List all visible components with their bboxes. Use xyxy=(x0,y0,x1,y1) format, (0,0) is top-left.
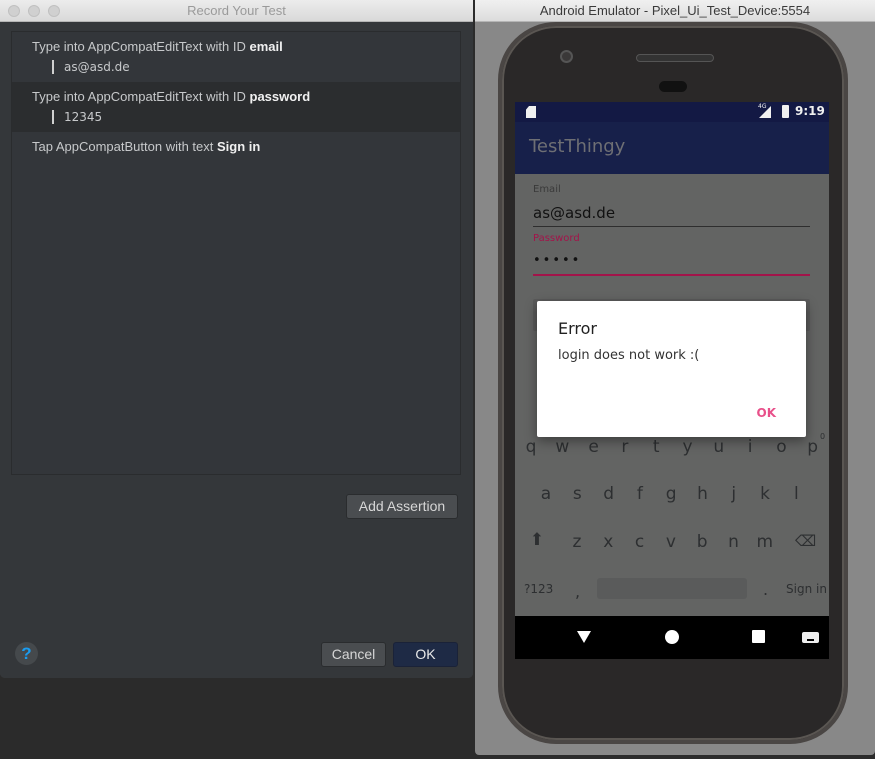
record-window-body: Type into AppCompatEditText with ID emai… xyxy=(0,22,473,678)
key-a[interactable]: a xyxy=(536,484,556,504)
step-item[interactable]: Type into AppCompatEditText with ID pass… xyxy=(12,82,460,132)
period-key[interactable]: . xyxy=(763,580,768,599)
email-underline xyxy=(533,226,810,227)
key-n[interactable]: n xyxy=(724,532,744,552)
key-r[interactable]: r xyxy=(615,437,635,457)
navigation-bar xyxy=(515,616,829,659)
step-target: email xyxy=(249,39,283,54)
key-p[interactable]: p xyxy=(803,437,823,457)
proximity-sensor xyxy=(659,81,687,92)
dialog-ok-button[interactable]: OK xyxy=(757,406,777,420)
back-icon[interactable] xyxy=(577,631,591,643)
comma-key[interactable]: , xyxy=(575,582,580,601)
key-d[interactable]: d xyxy=(599,484,619,504)
soft-keyboard: 0 qwertyuiop asdfghjkl ⬆ ⌫ zxcvbnm ?123 … xyxy=(515,432,829,616)
window-controls xyxy=(8,5,60,17)
password-field[interactable]: ••••• xyxy=(533,253,581,268)
symbols-key[interactable]: ?123 xyxy=(524,582,553,596)
key-u[interactable]: u xyxy=(709,437,729,457)
key-q[interactable]: q xyxy=(521,437,541,457)
emulator-title: Android Emulator - Pixel_Ui_Test_Device:… xyxy=(539,3,811,18)
device-screen[interactable]: 4G 9:19 TestThingy Email as@asd.de Passw… xyxy=(515,102,829,659)
home-icon[interactable] xyxy=(665,630,679,644)
front-camera-icon xyxy=(560,50,573,63)
step-value: as@asd.de xyxy=(64,60,130,74)
step-description: Type into AppCompatEditText with ID xyxy=(32,39,250,54)
key-f[interactable]: f xyxy=(630,484,650,504)
status-clock: 9:19 xyxy=(795,104,825,118)
close-window-button[interactable] xyxy=(8,5,20,17)
key-s[interactable]: s xyxy=(567,484,587,504)
emulator-window: Android Emulator - Pixel_Ui_Test_Device:… xyxy=(475,0,875,755)
key-k[interactable]: k xyxy=(755,484,775,504)
signal-icon xyxy=(759,106,771,118)
key-o[interactable]: o xyxy=(771,437,791,457)
speaker-grille xyxy=(636,54,714,62)
error-dialog: Error login does not work :( OK xyxy=(537,301,806,437)
shift-key[interactable]: ⬆ xyxy=(527,530,547,550)
key-x[interactable]: x xyxy=(598,532,618,552)
battery-icon xyxy=(782,105,789,118)
minimize-window-button[interactable] xyxy=(28,5,40,17)
sd-card-icon xyxy=(526,106,536,118)
app-title: TestThingy xyxy=(529,136,626,157)
maximize-window-button[interactable] xyxy=(48,5,60,17)
key-e[interactable]: e xyxy=(584,437,604,457)
recents-icon[interactable] xyxy=(752,630,765,643)
emulator-titlebar: Android Emulator - Pixel_Ui_Test_Device:… xyxy=(475,0,875,22)
key-b[interactable]: b xyxy=(692,532,712,552)
key-g[interactable]: g xyxy=(661,484,681,504)
key-t[interactable]: t xyxy=(646,437,666,457)
step-value: 12345 xyxy=(64,110,103,124)
status-bar: 4G 9:19 xyxy=(515,102,829,122)
key-v[interactable]: v xyxy=(661,532,681,552)
help-icon[interactable]: ? xyxy=(15,642,38,665)
key-h[interactable]: h xyxy=(693,484,713,504)
dialog-message: login does not work :( xyxy=(558,348,700,363)
keyboard-row-2: asdfghjkl xyxy=(515,484,829,508)
record-test-window: Record Your Test Type into AppCompatEdit… xyxy=(0,0,473,678)
app-toolbar: TestThingy xyxy=(515,122,829,174)
window-title: Record Your Test xyxy=(187,3,286,18)
key-l[interactable]: l xyxy=(786,484,806,504)
ok-button[interactable]: OK xyxy=(393,642,458,667)
step-description: Type into AppCompatEditText with ID xyxy=(32,89,250,104)
key-y[interactable]: y xyxy=(678,437,698,457)
add-assertion-button[interactable]: Add Assertion xyxy=(346,494,458,519)
key-m[interactable]: m xyxy=(755,532,775,552)
step-description: Tap AppCompatButton with text xyxy=(32,139,217,154)
step-target: password xyxy=(249,89,311,104)
key-z[interactable]: z xyxy=(567,532,587,552)
backspace-key[interactable]: ⌫ xyxy=(795,532,816,550)
cancel-button[interactable]: Cancel xyxy=(321,642,386,667)
key-c[interactable]: c xyxy=(630,532,650,552)
key-j[interactable]: j xyxy=(724,484,744,504)
recorded-steps-list: Type into AppCompatEditText with ID emai… xyxy=(11,31,461,475)
key-w[interactable]: w xyxy=(552,437,572,457)
record-window-titlebar: Record Your Test xyxy=(0,0,473,22)
password-label: Password xyxy=(533,233,580,244)
dialog-title: Error xyxy=(558,319,597,338)
action-key[interactable]: Sign in xyxy=(786,582,827,596)
step-target: Sign in xyxy=(217,139,261,154)
keyboard-row-1: qwertyuiop xyxy=(515,437,829,461)
password-underline xyxy=(533,274,810,276)
email-field[interactable]: as@asd.de xyxy=(533,204,615,222)
space-key[interactable] xyxy=(597,578,747,599)
key-i[interactable]: i xyxy=(740,437,760,457)
keyboard-row-3: ⬆ ⌫ zxcvbnm xyxy=(515,530,829,556)
step-item[interactable]: Tap AppCompatButton with text Sign in xyxy=(12,132,460,162)
email-label: Email xyxy=(533,184,561,195)
keyboard-switch-icon[interactable] xyxy=(802,632,819,643)
step-item[interactable]: Type into AppCompatEditText with ID emai… xyxy=(12,32,460,82)
